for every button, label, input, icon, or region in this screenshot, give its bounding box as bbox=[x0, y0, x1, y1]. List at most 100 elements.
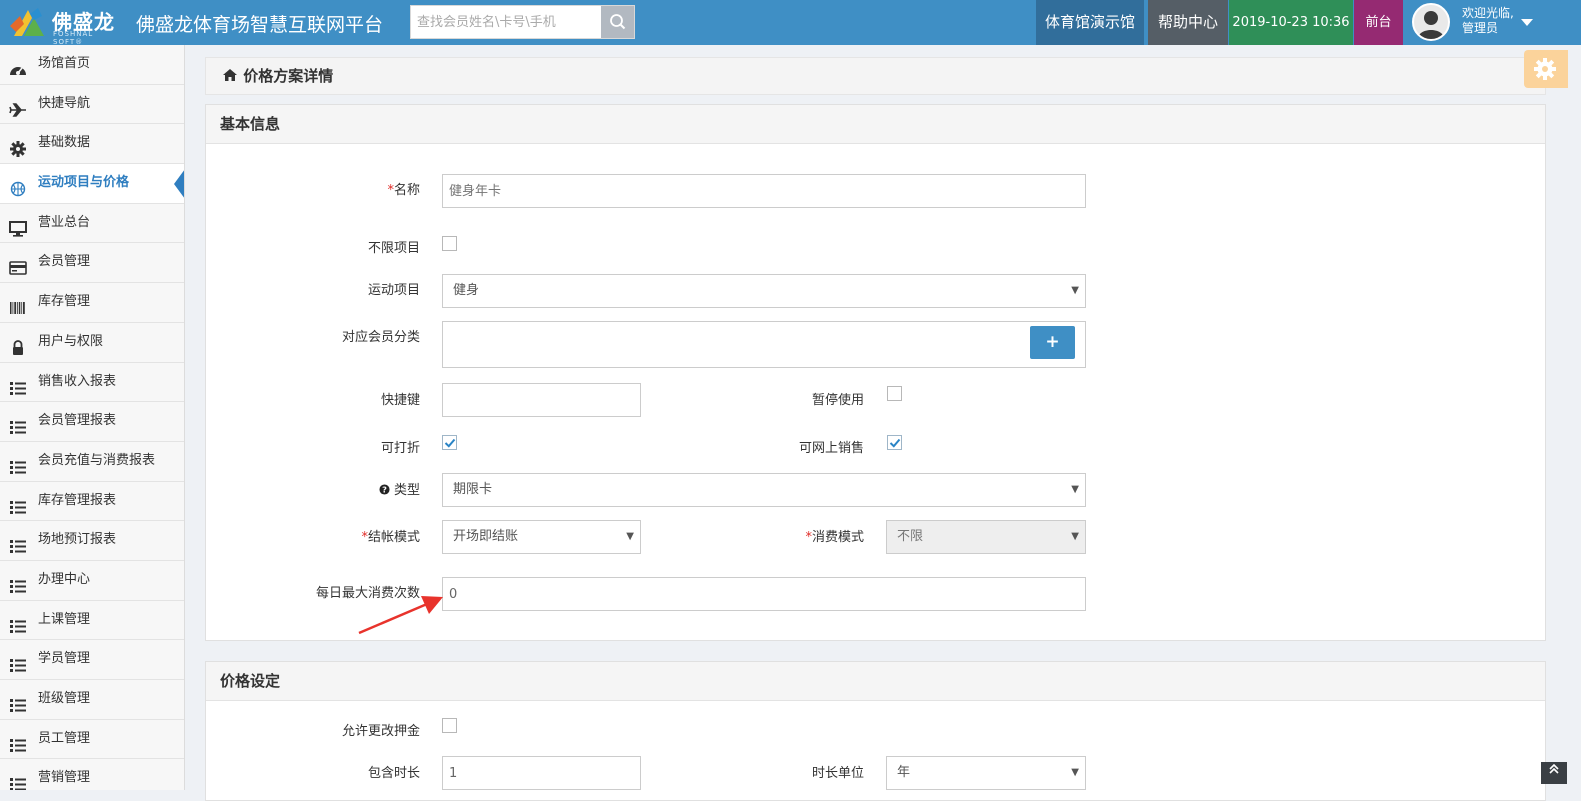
barcode-icon bbox=[9, 294, 27, 315]
settle-mode-value: 开场即结账 bbox=[453, 529, 519, 544]
list-icon bbox=[9, 691, 27, 712]
sidebar-item-label: 会员管理报表 bbox=[38, 413, 117, 429]
settle-mode-label: *结帐模式 bbox=[361, 530, 420, 545]
name-label-text: 名称 bbox=[393, 183, 420, 198]
sidebar-item[interactable]: 用户与权限 bbox=[0, 323, 184, 363]
checkmark-icon bbox=[444, 438, 456, 448]
app-title: 佛盛龙体育场智慧互联网平台 bbox=[136, 14, 384, 36]
add-member-category-button[interactable]: + bbox=[1030, 326, 1075, 359]
logo[interactable]: 佛盛龙 FOSHNAL SOFT® bbox=[8, 4, 126, 46]
search-box bbox=[410, 5, 635, 39]
unlimited-label: 不限项目 bbox=[367, 241, 420, 256]
sidebar-item[interactable]: 会员管理 bbox=[0, 243, 184, 284]
consume-mode-value: 不限 bbox=[897, 529, 924, 544]
type-select[interactable]: 期限卡 ▼ bbox=[442, 473, 1086, 507]
sport-select[interactable]: 健身 ▼ bbox=[442, 274, 1086, 308]
online-sale-checkbox[interactable] bbox=[887, 435, 902, 450]
duration-label: 包含时长 bbox=[367, 766, 420, 781]
search-button[interactable] bbox=[601, 6, 634, 38]
type-label-text: 类型 bbox=[393, 483, 420, 498]
sidebar-item-label: 快捷导航 bbox=[38, 95, 91, 111]
pause-label: 暂停使用 bbox=[811, 393, 864, 408]
sidebar-item[interactable]: 班级管理 bbox=[0, 680, 184, 720]
search-icon bbox=[610, 14, 626, 30]
front-desk-link[interactable]: 前台 bbox=[1354, 0, 1403, 45]
lock-icon bbox=[9, 334, 27, 355]
select-arrow-icon: ▼ bbox=[626, 531, 634, 542]
sport-label: 运动项目 bbox=[367, 283, 420, 298]
sidebar-item-label: 场地预订报表 bbox=[38, 532, 117, 548]
checkmark-icon bbox=[889, 438, 901, 448]
sidebar-item-label: 会员充值与消费报表 bbox=[38, 452, 156, 468]
list-icon bbox=[9, 770, 27, 790]
unlimited-checkbox[interactable] bbox=[442, 236, 457, 251]
consume-mode-label: *消费模式 bbox=[805, 530, 864, 545]
sidebar-item[interactable]: 场地预订报表 bbox=[0, 521, 184, 561]
page-title: 价格方案详情 bbox=[243, 67, 334, 85]
member-category-field[interactable] bbox=[442, 321, 1086, 368]
allow-deposit-label: 允许更改押金 bbox=[341, 724, 420, 739]
sidebar-item-label: 会员管理 bbox=[38, 254, 91, 270]
sidebar-item[interactable]: 快捷导航 bbox=[0, 85, 184, 125]
basketball-icon bbox=[9, 175, 27, 197]
sidebar-item[interactable]: 销售收入报表 bbox=[0, 363, 184, 403]
sidebar-item[interactable]: 上课管理 bbox=[0, 601, 184, 641]
settle-mode-select[interactable]: 开场即结账 ▼ bbox=[442, 520, 641, 554]
member-category-label: 对应会员分类 bbox=[341, 330, 420, 345]
sidebar-item-label: 员工管理 bbox=[38, 730, 91, 746]
gear-icon bbox=[1534, 58, 1556, 80]
hotkey-field[interactable] bbox=[442, 383, 641, 417]
page-header: 价格方案详情 bbox=[205, 57, 1546, 95]
chevron-down-icon bbox=[1521, 19, 1533, 26]
sidebar-item-label: 营业总台 bbox=[38, 214, 91, 230]
sidebar-item[interactable]: 办理中心 bbox=[0, 561, 184, 601]
monitor-icon bbox=[9, 215, 27, 237]
sidebar-item[interactable]: 会员充值与消费报表 bbox=[0, 442, 184, 482]
help-center-link[interactable]: 帮助中心 bbox=[1148, 0, 1228, 45]
scroll-to-top-button[interactable] bbox=[1541, 762, 1567, 784]
pause-checkbox[interactable] bbox=[887, 386, 902, 401]
consume-mode-label-text: 消费模式 bbox=[811, 530, 864, 545]
duration-unit-value: 年 bbox=[897, 765, 911, 780]
search-input[interactable] bbox=[411, 6, 602, 38]
basic-info-heading: 基本信息 bbox=[206, 105, 1545, 144]
svg-text:?: ? bbox=[382, 484, 387, 494]
help-icon[interactable]: ? bbox=[379, 484, 390, 495]
sidebar-item[interactable]: 会员管理报表 bbox=[0, 402, 184, 442]
online-sale-label: 可网上销售 bbox=[798, 441, 864, 456]
welcome-line: 欢迎光临, bbox=[1462, 6, 1514, 20]
sidebar-item[interactable]: 运动项目与价格 bbox=[0, 164, 184, 204]
gear-icon bbox=[9, 135, 27, 158]
plane-icon bbox=[9, 96, 27, 117]
user-menu[interactable]: 欢迎光临, 管理员 bbox=[1404, 0, 1581, 45]
sidebar-item[interactable]: 学员管理 bbox=[0, 640, 184, 680]
sidebar-item-label: 办理中心 bbox=[38, 571, 91, 587]
sidebar-item-label: 基础数据 bbox=[38, 135, 91, 151]
name-field[interactable] bbox=[442, 174, 1086, 208]
list-icon bbox=[9, 453, 27, 474]
list-icon bbox=[9, 731, 27, 752]
discount-checkbox[interactable] bbox=[442, 435, 457, 450]
sidebar-item-label: 场馆首页 bbox=[38, 56, 91, 71]
venue-menu[interactable]: 体育馆演示馆 bbox=[1036, 0, 1144, 45]
sidebar-item[interactable]: 营业总台 bbox=[0, 204, 184, 244]
duration-unit-select[interactable]: 年 ▼ bbox=[886, 756, 1086, 790]
sidebar-item-label: 库存管理 bbox=[38, 294, 91, 310]
settings-float-button[interactable] bbox=[1524, 50, 1568, 88]
sidebar-item[interactable]: 库存管理报表 bbox=[0, 482, 184, 522]
allow-deposit-checkbox[interactable] bbox=[442, 718, 457, 733]
select-arrow-icon: ▼ bbox=[1071, 531, 1079, 542]
duration-field[interactable] bbox=[442, 756, 641, 790]
list-icon bbox=[9, 413, 27, 435]
sidebar-item[interactable]: 库存管理 bbox=[0, 283, 184, 323]
datetime-display: 2019-10-23 10:36 bbox=[1229, 0, 1353, 45]
logo-mark-icon bbox=[10, 8, 44, 36]
user-name: 管理员 bbox=[1462, 21, 1499, 35]
sidebar-item[interactable]: 营销管理 bbox=[0, 759, 184, 790]
user-avatar-icon bbox=[1418, 11, 1444, 39]
sidebar-item[interactable]: 员工管理 bbox=[0, 720, 184, 760]
daily-max-field[interactable] bbox=[442, 577, 1086, 611]
hotkey-label: 快捷键 bbox=[380, 393, 420, 408]
sidebar-item[interactable]: 基础数据 bbox=[0, 124, 184, 165]
sidebar-item[interactable]: 场馆首页 bbox=[0, 45, 184, 85]
